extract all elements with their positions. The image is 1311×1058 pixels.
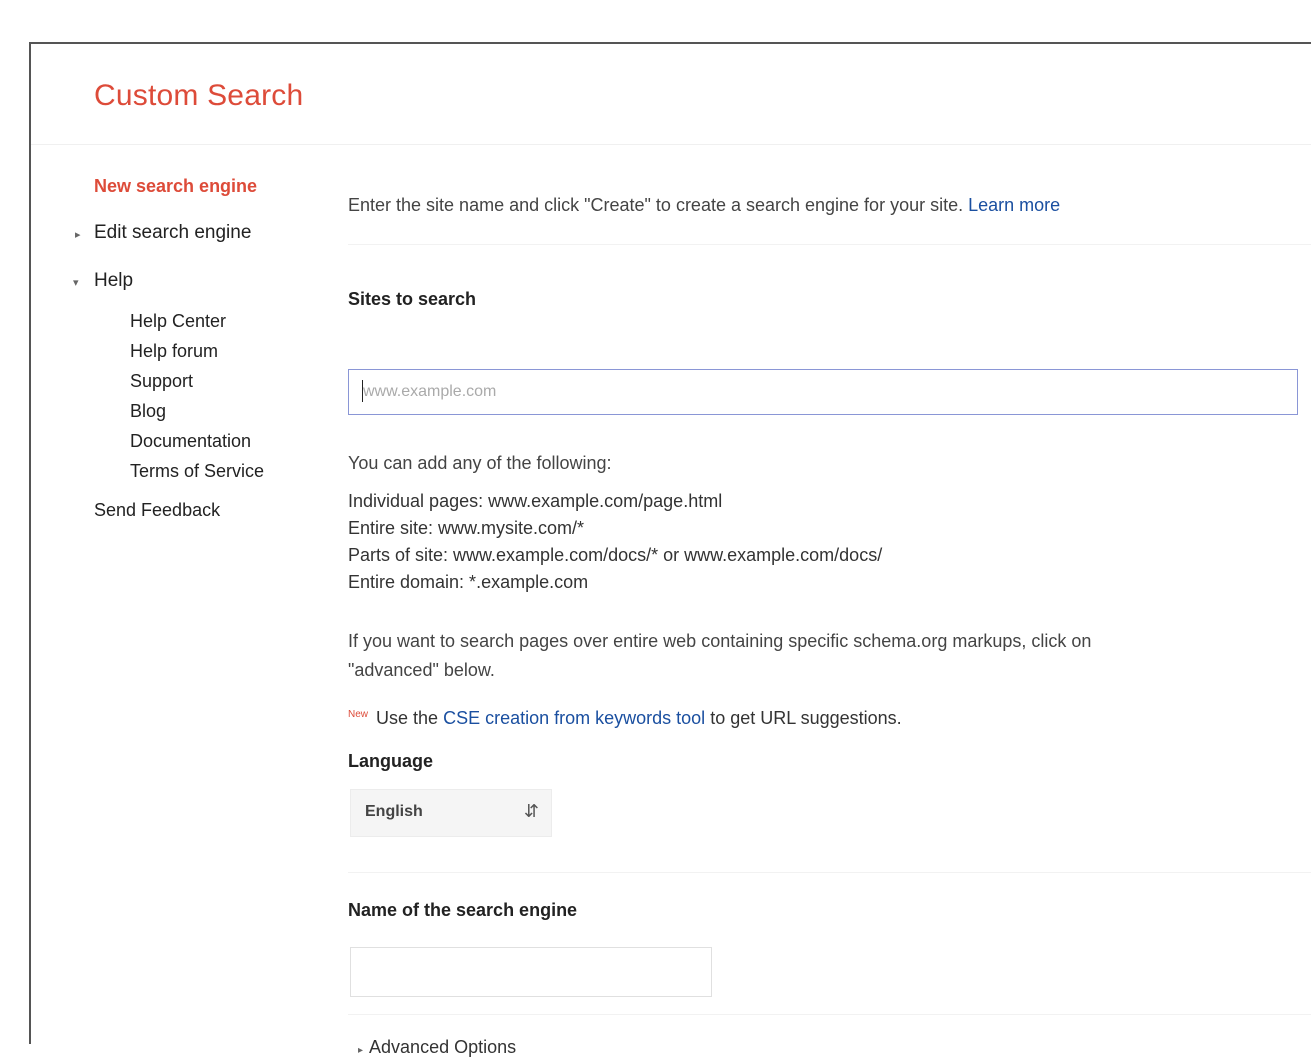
schema-text-line-2: "advanced" below. <box>348 660 495 680</box>
engine-name-label: Name of the search engine <box>348 900 578 920</box>
sidebar-item-terms-of-service[interactable]: Terms of Service <box>130 461 264 482</box>
advanced-options-label: Advanced Options <box>369 1037 517 1057</box>
sites-to-search-input[interactable] <box>348 369 1298 415</box>
sidebar-item-blog[interactable]: Blog <box>130 401 166 422</box>
language-select-value: English <box>365 803 423 820</box>
app-title: Custom Search <box>94 79 304 112</box>
sidebar-item-documentation[interactable]: Documentation <box>130 431 251 452</box>
example-entire-site: Entire site: www.mysite.com/* <box>348 518 585 538</box>
divider <box>348 244 1311 245</box>
learn-more-link[interactable]: Learn more <box>968 195 1060 215</box>
sidebar-item-new-search-engine[interactable]: New search engine <box>94 176 257 197</box>
language-label: Language <box>348 751 434 771</box>
sidebar-item-help-forum[interactable]: Help forum <box>130 341 218 362</box>
text-cursor <box>362 380 363 402</box>
intro-message: Enter the site name and click "Create" t… <box>348 195 964 215</box>
sites-to-search-label: Sites to search <box>348 289 477 309</box>
sidebar-item-support[interactable]: Support <box>130 371 193 392</box>
example-individual-pages: Individual pages: www.example.com/page.h… <box>348 491 723 511</box>
sidebar-item-edit-search-engine[interactable]: Edit search engine <box>94 222 251 244</box>
divider <box>348 872 1311 873</box>
sidebar-item-help-center[interactable]: Help Center <box>130 311 226 332</box>
language-select[interactable]: English ⇵ <box>350 789 552 837</box>
sidebar: New search engine ▸ Edit search engine ▾… <box>31 144 331 1024</box>
triangle-down-icon[interactable]: ▾ <box>73 276 79 289</box>
keyword-tool-link[interactable]: CSE creation from keywords tool <box>443 708 705 728</box>
engine-name-input[interactable] <box>350 947 712 997</box>
select-updown-icon: ⇵ <box>523 801 539 821</box>
triangle-right-icon[interactable]: ▸ <box>75 228 81 241</box>
keyword-suffix: to get URL suggestions. <box>710 708 902 728</box>
keyword-prefix: Use the <box>376 708 439 728</box>
keyword-tool-line: New Use the CSE creation from keywords to… <box>348 708 902 729</box>
intro-text: Enter the site name and click "Create" t… <box>348 195 1060 216</box>
schema-text-line-1: If you want to search pages over entire … <box>348 631 1092 651</box>
header: Custom Search <box>31 44 1311 145</box>
add-intro-text: You can add any of the following: <box>348 453 612 473</box>
example-entire-domain: Entire domain: *.example.com <box>348 572 589 592</box>
triangle-right-icon: ▸ <box>358 1045 364 1056</box>
main-content: Enter the site name and click "Create" t… <box>348 144 1311 1057</box>
divider <box>348 1014 1311 1015</box>
sidebar-item-help[interactable]: Help <box>94 270 133 292</box>
advanced-options-toggle[interactable]: ▸ Advanced Options <box>358 1037 516 1058</box>
example-parts-of-site: Parts of site: www.example.com/docs/* or… <box>348 545 883 565</box>
new-badge: New <box>348 709 369 720</box>
sidebar-item-send-feedback[interactable]: Send Feedback <box>94 500 220 521</box>
browser-frame: Custom Search New search engine ▸ Edit s… <box>29 42 1311 1057</box>
